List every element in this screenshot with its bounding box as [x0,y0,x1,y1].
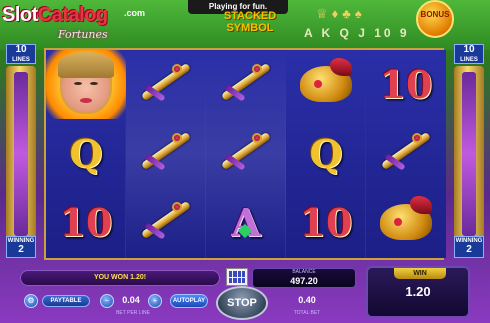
bonus-coin-icon: BONUS [416,0,454,38]
win-value: 1.20 [405,284,431,299]
right-winning-indicator: WINNING 2 [454,236,484,258]
site-logo: SlotCatalog [2,4,108,26]
paytable-button[interactable]: PAYTABLE [42,295,90,307]
paytable-preview-letters: A K Q J 10 9 [304,26,410,40]
bet-per-line-label: BET PER LINE [116,310,150,316]
reel-grid: Q 10 A Q 10 10 [44,48,446,260]
right-lines-indicator: 10 LINES [454,44,484,64]
bet-decrease-button[interactable]: − [100,294,114,308]
ten-symbol: 10 [379,62,433,107]
q-symbol: Q [309,131,343,176]
dagger-icon [220,131,272,171]
game-logo-subtitle: Fortunes [58,28,108,41]
reel-5: 10 [366,50,446,258]
paylines-grid-icon[interactable] [226,268,248,286]
autoplay-button[interactable]: AUTOPLAY [170,294,208,308]
dagger-icon [140,131,192,171]
dagger-icon [140,62,192,102]
dagger-icon [380,131,432,171]
win-label: WIN [394,268,446,279]
lamp-symbol [366,188,446,257]
a-symbol: A [231,200,261,245]
game-stage: SlotCatalog .com Fortunes Playing for fu… [0,0,490,323]
reel-4: Q 10 [286,50,366,258]
dagger-symbol [206,50,286,119]
total-bet-value: 0.40 [298,295,316,305]
left-pillar-decoration [6,66,36,242]
dagger-symbol [366,119,446,188]
ten-symbol: 10 [299,200,353,245]
paytable-preview-icons: ♕♦♣♠ [316,6,366,21]
left-winning-indicator: WINNING 2 [6,236,36,258]
bet-increase-button[interactable]: + [148,294,162,308]
total-bet-label: TOTAL BET [293,310,321,316]
dagger-symbol [126,50,206,119]
settings-icon[interactable]: ⚙ [24,294,38,308]
balance-display: BALANCE 497.20 [252,268,356,288]
dagger-symbol [126,119,206,188]
balance-value: 497.20 [290,276,318,286]
reel-2 [126,50,206,258]
reel-3: A [206,50,286,258]
ten-symbol: 10 [59,200,113,245]
dagger-icon [220,62,272,102]
lamp-symbol [286,50,366,119]
dagger-icon [140,200,192,240]
right-pillar-decoration [454,66,484,242]
stop-button[interactable]: STOP [216,286,268,320]
wild-woman-symbol [46,50,126,119]
reel-1: Q 10 [46,50,126,258]
bet-per-line-value: 0.04 [122,295,140,305]
site-logo-domain: .com [124,8,146,18]
left-lines-indicator: 10 LINES [6,44,36,64]
win-message: YOU WON 1.20! [20,270,220,286]
control-panel: YOU WON 1.20! BALANCE 497.20 ⚙ PAYTABLE … [20,264,470,320]
q-symbol: Q [69,131,103,176]
dagger-symbol [126,188,206,257]
stacked-symbol-title: STACKED SYMBOL [223,10,277,34]
win-display: WIN 1.20 [366,266,470,318]
dagger-symbol [206,119,286,188]
